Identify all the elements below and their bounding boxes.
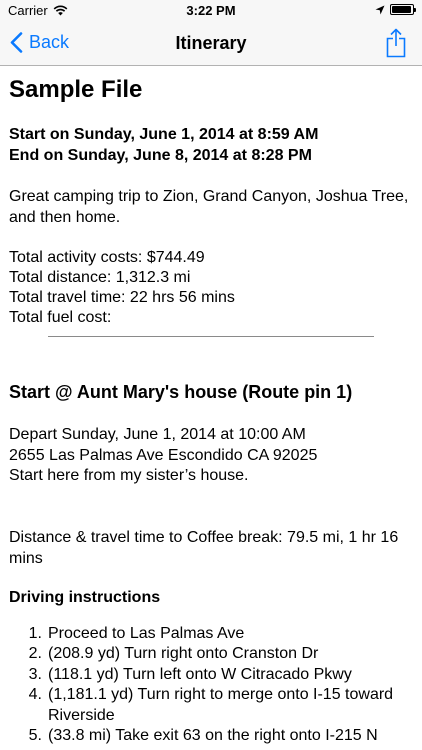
- depart-time: Depart Sunday, June 1, 2014 at 10:00 AM: [9, 426, 306, 443]
- start-info: Depart Sunday, June 1, 2014 at 10:00 AM …: [9, 425, 414, 487]
- step-number: 3.: [28, 665, 42, 683]
- step-text: Proceed to Las Palmas Ave: [48, 624, 245, 642]
- total-distance: Total distance: 1,312.3 mi: [9, 269, 191, 286]
- battery-tip: [414, 8, 416, 12]
- step-number: 4.: [28, 686, 42, 703]
- step-text: (33.8 mi) Take exit 63 on the right onto…: [48, 727, 378, 744]
- status-time: 3:22 PM: [186, 3, 236, 18]
- step-number: 2.: [28, 645, 42, 662]
- step-text: (118.1 yd) Turn left onto W Citracado Pk…: [48, 665, 352, 683]
- list-item: 5. (33.8 mi) Take exit 63 on the right on…: [9, 726, 414, 747]
- navigation-bar: Back Itinerary: [0, 22, 422, 66]
- total-fuel-cost: Total fuel cost:: [9, 309, 112, 326]
- start-address: 2655 Las Palmas Ave Escondido CA 92025: [9, 446, 318, 464]
- end-date: End on Sunday, June 8, 2014 at 8:28 PM: [9, 147, 312, 164]
- status-right: [375, 4, 416, 15]
- trip-totals: Total activity costs: $744.49 Total dist…: [9, 248, 414, 328]
- start-note: Start here from my sister’s house.: [9, 467, 249, 484]
- step-number: 1.: [28, 624, 42, 642]
- battery-level: [392, 6, 411, 13]
- start-date: Start on Sunday, June 1, 2014 at 8:59 AM: [9, 126, 319, 143]
- trip-dates: Start on Sunday, June 1, 2014 at 8:59 AM…: [9, 124, 414, 166]
- trip-description: Great camping trip to Zion, Grand Canyon…: [9, 188, 409, 226]
- list-item: 1. Proceed to Las Palmas Ave: [9, 624, 414, 645]
- status-bar: Carrier 3:22 PM: [0, 0, 422, 22]
- share-button[interactable]: [386, 28, 406, 63]
- itinerary-content: Sample File Start on Sunday, June 1, 201…: [9, 66, 414, 747]
- total-activity-costs: Total activity costs: $744.49: [9, 249, 205, 266]
- section-title: Start @ Aunt Mary's house (Route pin 1): [9, 382, 353, 402]
- page-title: Itinerary: [175, 33, 247, 53]
- driving-steps: 1. Proceed to Las Palmas Ave 2. (208.9 yd)…: [9, 624, 414, 747]
- location-arrow-icon: [375, 5, 385, 14]
- distance-to-next: Distance & travel time to Coffee break: …: [9, 528, 399, 567]
- list-item: 3. (118.1 yd) Turn left onto W Citracado …: [9, 665, 414, 686]
- total-travel-time: Total travel time: 22 hrs 56 mins: [9, 289, 235, 306]
- step-number: 5.: [28, 727, 42, 744]
- battery-icon: [390, 4, 416, 15]
- divider: [48, 336, 374, 337]
- list-item: 2. (208.9 yd) Turn right onto Cranston Dr: [9, 644, 414, 665]
- document-title: Sample File: [9, 76, 143, 103]
- step-text: (1,181.1 yd) Turn right to merge onto I-…: [48, 686, 394, 724]
- list-item: 4. (1,181.1 yd) Turn right to merge onto …: [9, 685, 414, 726]
- driving-instructions-heading: Driving instructions: [9, 588, 161, 606]
- step-text: (208.9 yd) Turn right onto Cranston Dr: [48, 645, 319, 662]
- share-icon: [386, 28, 406, 58]
